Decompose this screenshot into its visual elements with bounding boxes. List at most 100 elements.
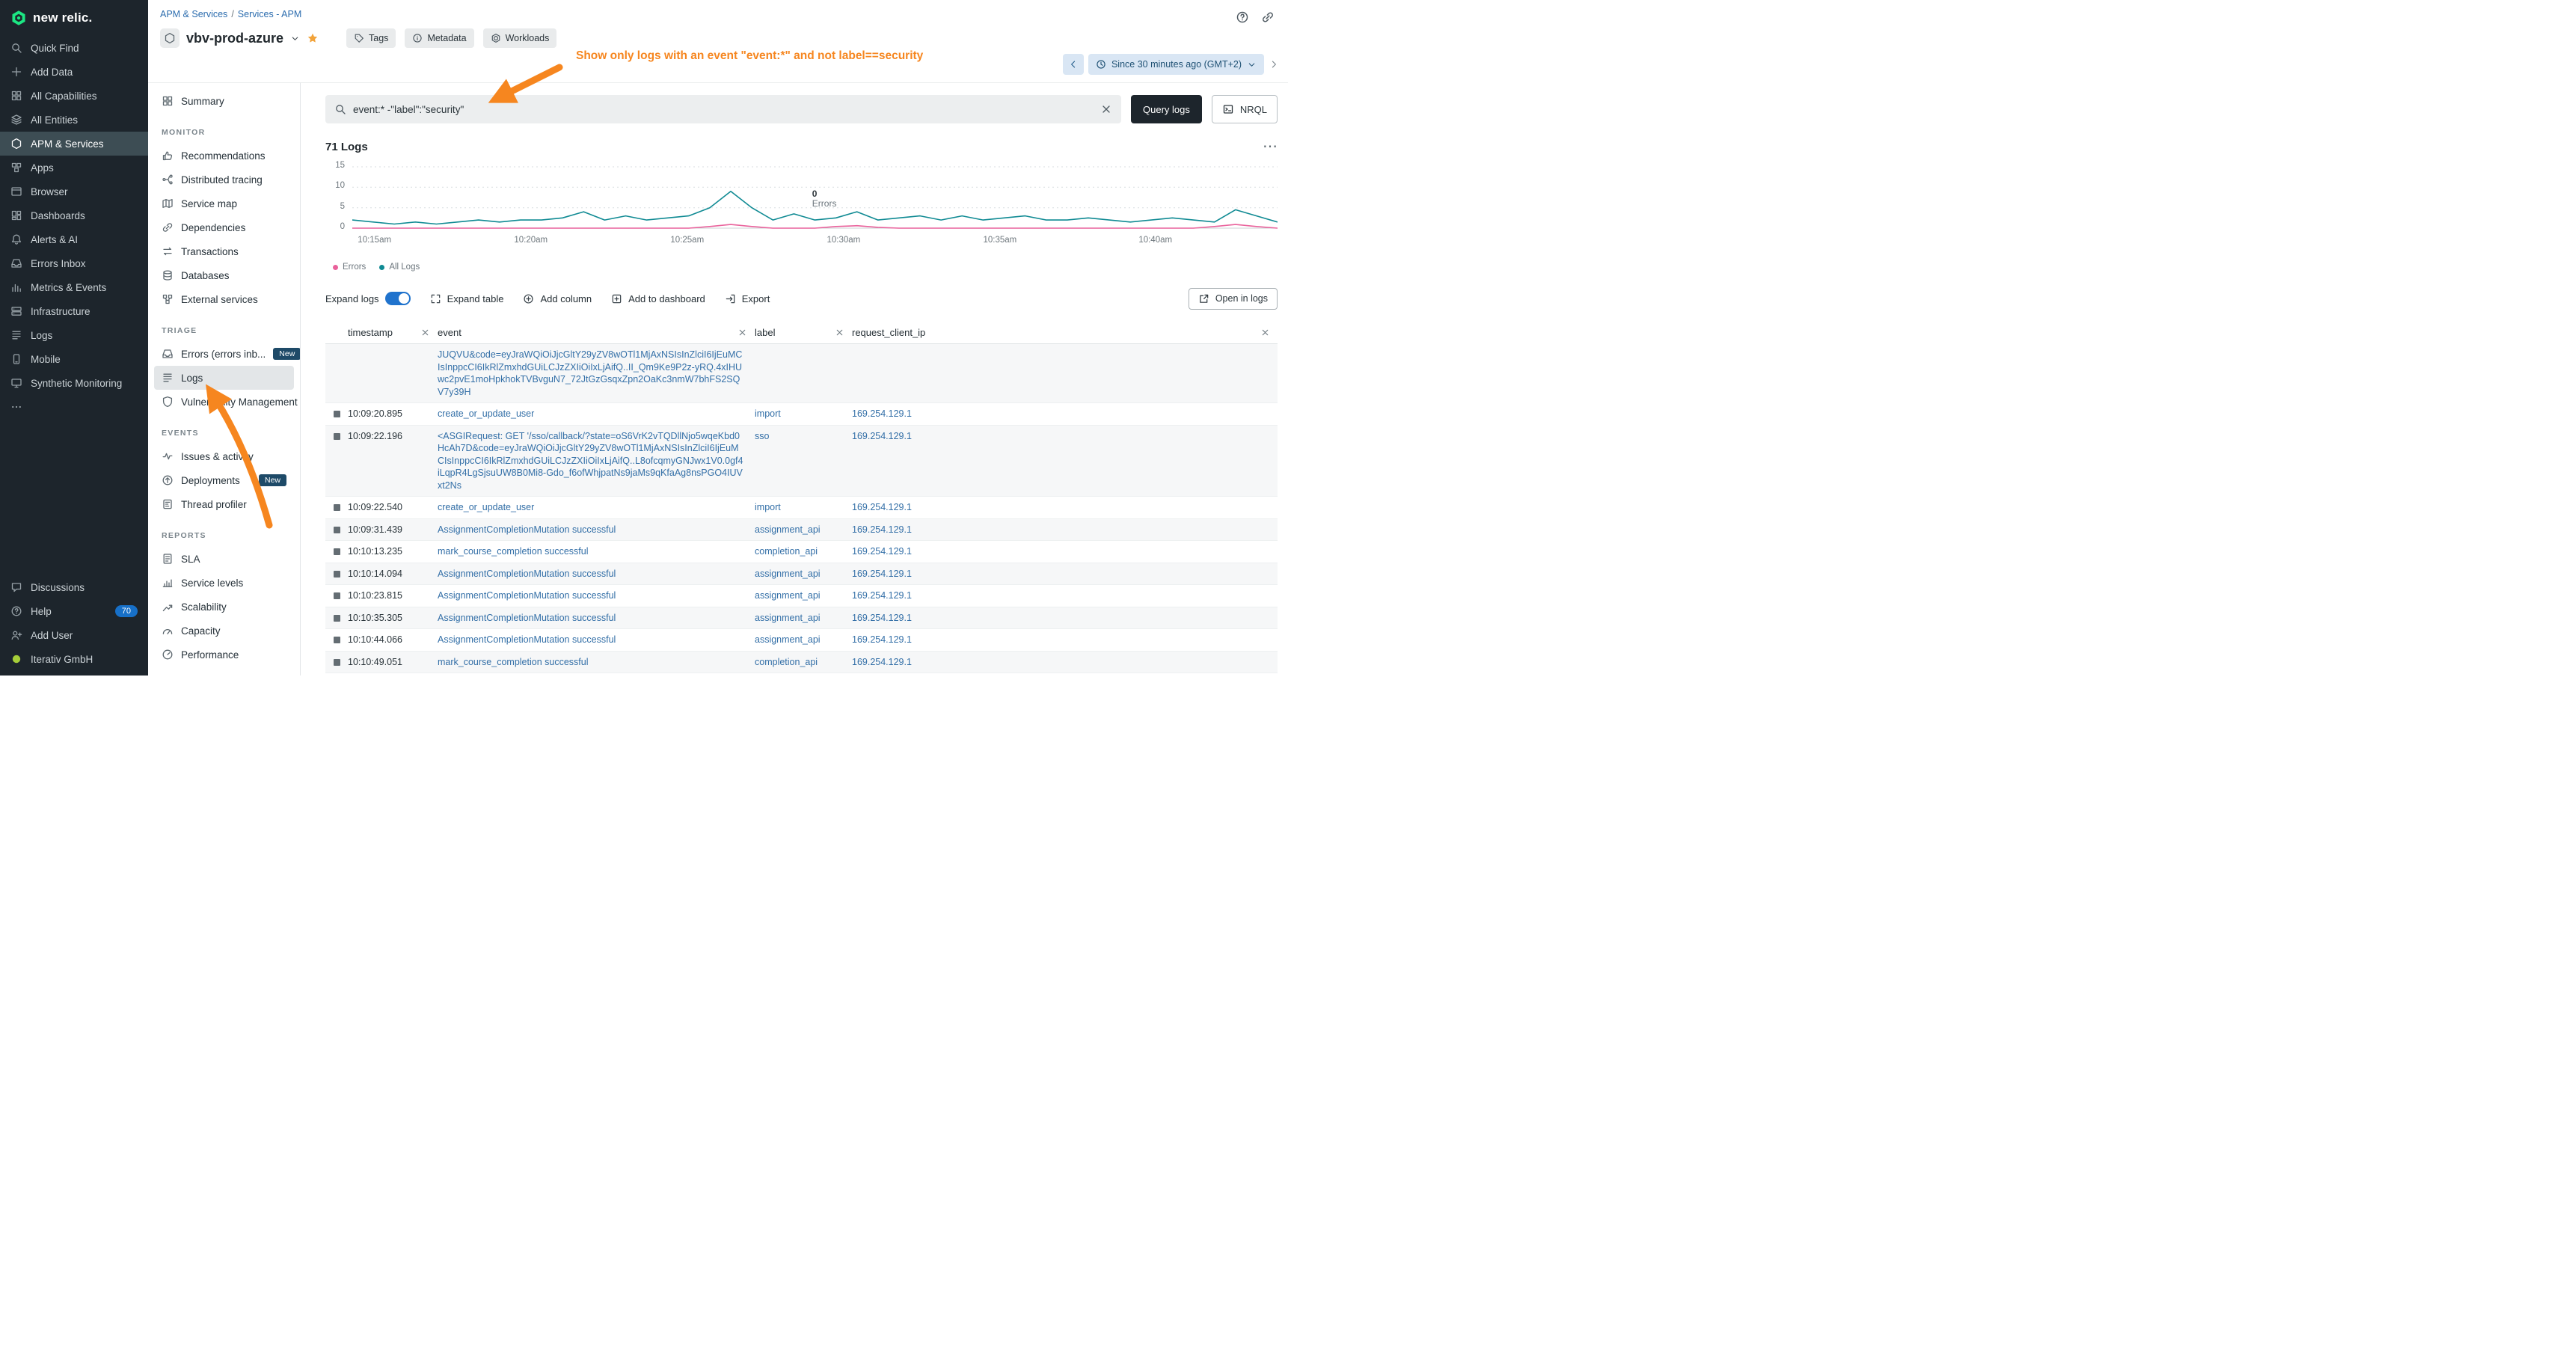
sidebar-item-all-capabilities[interactable]: All Capabilities bbox=[0, 84, 148, 108]
cell-event-link[interactable]: AssignmentCompletionMutation successful bbox=[438, 568, 755, 580]
cell-event-link[interactable]: create_or_update_user bbox=[438, 408, 755, 420]
cell-event-link[interactable]: mark_course_completion successful bbox=[438, 656, 755, 669]
cell-event-link[interactable]: AssignmentCompletionMutation successful bbox=[438, 589, 755, 602]
remove-column-icon[interactable] bbox=[1260, 328, 1270, 337]
sidebar-item-metrics-events[interactable]: Metrics & Events bbox=[0, 275, 148, 299]
brand-logo[interactable]: new relic. bbox=[0, 0, 148, 36]
sidebar-item-deployments[interactable]: DeploymentsNew bbox=[154, 468, 294, 492]
sidebar-item-service-levels[interactable]: Service levels bbox=[154, 571, 294, 595]
sidebar-item-issues-activity[interactable]: Issues & activity bbox=[154, 444, 294, 468]
entity-picker-chevron-icon[interactable] bbox=[290, 34, 300, 43]
sidebar-item-infrastructure[interactable]: Infrastructure bbox=[0, 299, 148, 323]
sidebar-item-browser[interactable]: Browser bbox=[0, 180, 148, 203]
column-header-timestamp[interactable]: timestamp bbox=[348, 327, 438, 338]
sidebar-item-errors-errors-inb[interactable]: Errors (errors inb...New bbox=[154, 342, 294, 366]
cell-event-link[interactable]: JUQVU&code=eyJraWQiOiJjcGltY29yZV8wOTl1M… bbox=[438, 349, 755, 398]
sidebar-item-discussions[interactable]: Discussions bbox=[0, 575, 148, 599]
cell-event-link[interactable]: AssignmentCompletionMutation successful bbox=[438, 634, 755, 646]
log-row[interactable]: 10:11:00.311AssignmentCompletionMutation… bbox=[325, 673, 1278, 676]
sidebar-item-recommendations[interactable]: Recommendations bbox=[154, 144, 294, 168]
add-column-button[interactable]: Add column bbox=[523, 293, 592, 304]
metadata-button[interactable]: Metadata bbox=[405, 28, 473, 48]
sidebar-item-scalability[interactable]: Scalability bbox=[154, 595, 294, 619]
sidebar-item-summary[interactable]: Summary bbox=[154, 89, 294, 113]
favorite-star-icon[interactable] bbox=[307, 32, 319, 44]
log-row[interactable]: 10:10:44.066AssignmentCompletionMutation… bbox=[325, 629, 1278, 652]
cell-ip-link[interactable]: 169.254.129.1 bbox=[852, 408, 1278, 420]
tags-button[interactable]: Tags bbox=[346, 28, 396, 48]
logs-query-input[interactable] bbox=[353, 104, 1094, 115]
remove-column-icon[interactable] bbox=[835, 328, 844, 337]
sidebar-item-vulnerability-management[interactable]: Vulnerability Management bbox=[154, 390, 294, 414]
sidebar-item-external-services[interactable]: External services bbox=[154, 287, 294, 311]
cell-event-link[interactable]: AssignmentCompletionMutation successful bbox=[438, 524, 755, 536]
workloads-button[interactable]: Workloads bbox=[483, 28, 557, 48]
sidebar-item-help[interactable]: Help70 bbox=[0, 599, 148, 623]
sidebar-item-errors-inbox[interactable]: Errors Inbox bbox=[0, 251, 148, 275]
column-header-request-client-ip[interactable]: request_client_ip bbox=[852, 327, 1278, 338]
sidebar-item-synthetic-monitoring[interactable]: Synthetic Monitoring bbox=[0, 371, 148, 395]
log-row[interactable]: 10:09:22.540create_or_update_userimport1… bbox=[325, 497, 1278, 519]
cell-ip-link[interactable]: 169.254.129.1 bbox=[852, 501, 1278, 514]
cell-label-link[interactable]: assignment_api bbox=[755, 634, 852, 646]
cell-ip-link[interactable]: 169.254.129.1 bbox=[852, 545, 1278, 558]
clear-query-icon[interactable] bbox=[1100, 103, 1112, 115]
breadcrumb-services-apm[interactable]: Services - APM bbox=[238, 9, 301, 19]
log-row[interactable]: 10:09:20.895create_or_update_userimport1… bbox=[325, 403, 1278, 426]
nrql-button[interactable]: NRQL bbox=[1212, 95, 1278, 123]
column-header-event[interactable]: event bbox=[438, 327, 755, 338]
sidebar-item-apm-services[interactable]: APM & Services bbox=[0, 132, 148, 156]
add-to-dashboard-button[interactable]: Add to dashboard bbox=[611, 293, 705, 304]
sidebar-item-alerts-ai[interactable]: Alerts & AI bbox=[0, 227, 148, 251]
cell-event-link[interactable]: mark_course_completion successful bbox=[438, 545, 755, 558]
sidebar-item-add-data[interactable]: Add Data bbox=[0, 60, 148, 84]
column-header-label[interactable]: label bbox=[755, 327, 852, 338]
query-logs-button[interactable]: Query logs bbox=[1131, 95, 1202, 123]
cell-label-link[interactable]: sso bbox=[755, 430, 852, 443]
sidebar-item-mobile[interactable]: Mobile bbox=[0, 347, 148, 371]
sidebar-item-distributed-tracing[interactable]: Distributed tracing bbox=[154, 168, 294, 192]
cell-label-link[interactable]: assignment_api bbox=[755, 524, 852, 536]
sidebar-item-thread-profiler[interactable]: Thread profiler bbox=[154, 492, 294, 516]
sidebar-item-logs[interactable]: Logs bbox=[0, 323, 148, 347]
cell-label-link[interactable]: completion_api bbox=[755, 656, 852, 669]
export-button[interactable]: Export bbox=[725, 293, 770, 304]
sidebar-item-iterativ-gmbh[interactable]: Iterativ GmbH bbox=[0, 647, 148, 671]
legend-item-errors[interactable]: Errors bbox=[333, 263, 366, 272]
sidebar-item-capacity[interactable]: Capacity bbox=[154, 619, 294, 643]
log-row[interactable]: 10:10:13.235mark_course_completion succe… bbox=[325, 541, 1278, 563]
log-row[interactable]: 10:09:22.196<ASGIRequest: GET '/sso/call… bbox=[325, 426, 1278, 497]
remove-column-icon[interactable] bbox=[737, 328, 747, 337]
legend-item-all-logs[interactable]: All Logs bbox=[379, 263, 420, 272]
log-row[interactable]: 10:10:49.051mark_course_completion succe… bbox=[325, 652, 1278, 674]
logs-search-bar[interactable] bbox=[325, 95, 1121, 123]
cell-label-link[interactable]: import bbox=[755, 408, 852, 420]
sidebar-item-databases[interactable]: Databases bbox=[154, 263, 294, 287]
help-circle-icon[interactable] bbox=[1236, 10, 1249, 24]
log-row[interactable]: JUQVU&code=eyJraWQiOiJjcGltY29yZV8wOTl1M… bbox=[325, 344, 1278, 403]
cell-ip-link[interactable]: 169.254.129.1 bbox=[852, 634, 1278, 646]
cell-label-link[interactable]: completion_api bbox=[755, 545, 852, 558]
expand-table-button[interactable]: Expand table bbox=[430, 293, 504, 304]
cell-ip-link[interactable]: 169.254.129.1 bbox=[852, 430, 1278, 443]
sidebar-item-quick-find[interactable]: Quick Find bbox=[0, 36, 148, 60]
time-back-button[interactable] bbox=[1063, 54, 1084, 75]
log-row[interactable]: 10:10:35.305AssignmentCompletionMutation… bbox=[325, 607, 1278, 630]
permalink-icon[interactable] bbox=[1261, 10, 1275, 24]
sidebar-item-service-map[interactable]: Service map bbox=[154, 192, 294, 215]
open-in-logs-button[interactable]: Open in logs bbox=[1189, 288, 1278, 310]
breadcrumb-apm-services[interactable]: APM & Services bbox=[160, 9, 227, 19]
log-row[interactable]: 10:10:23.815AssignmentCompletionMutation… bbox=[325, 585, 1278, 607]
expand-logs-toggle[interactable] bbox=[385, 292, 411, 305]
cell-event-link[interactable]: <ASGIRequest: GET '/sso/callback/?state=… bbox=[438, 430, 755, 492]
cell-ip-link[interactable]: 169.254.129.1 bbox=[852, 656, 1278, 669]
sidebar-item-add-user[interactable]: Add User bbox=[0, 623, 148, 647]
sidebar-item-apps[interactable]: Apps bbox=[0, 156, 148, 180]
sidebar-item-more[interactable] bbox=[0, 395, 148, 419]
cell-event-link[interactable]: AssignmentCompletionMutation successful bbox=[438, 612, 755, 625]
sidebar-item-all-entities[interactable]: All Entities bbox=[0, 108, 148, 132]
time-picker[interactable]: Since 30 minutes ago (GMT+2) bbox=[1088, 54, 1264, 75]
cell-ip-link[interactable]: 169.254.129.1 bbox=[852, 589, 1278, 602]
remove-column-icon[interactable] bbox=[420, 328, 430, 337]
cell-label-link[interactable]: assignment_api bbox=[755, 589, 852, 602]
